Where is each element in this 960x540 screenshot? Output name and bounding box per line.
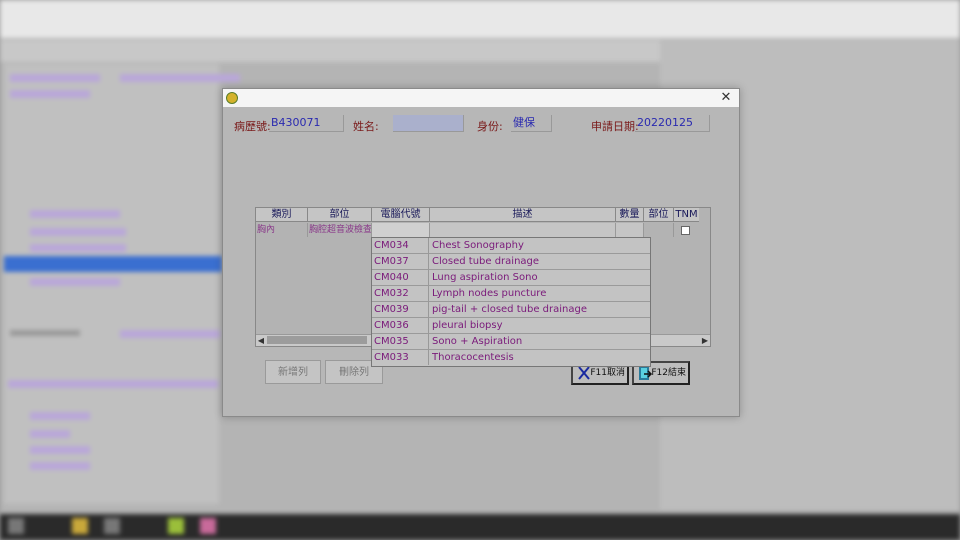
dropdown-item[interactable]: CM040 Lung aspiration Sono (372, 270, 650, 286)
identity-field[interactable]: 健保 (511, 115, 552, 132)
background-selected-row (4, 256, 222, 272)
dropdown-item-desc: Closed tube drainage (432, 256, 540, 267)
dropdown-item-code: CM035 (374, 334, 429, 349)
identity-label: 身份: (477, 120, 503, 133)
dropdown-item-code: CM034 (374, 238, 429, 253)
add-row-button[interactable]: 新增列 (265, 360, 321, 384)
background-text (30, 462, 90, 470)
dropdown-item-desc: Thoracocentesis (432, 352, 514, 363)
dropdown-item[interactable]: CM034 Chest Sonography (372, 238, 650, 254)
taskbar-icon (200, 518, 216, 534)
dropdown-item-desc: Chest Sonography (432, 240, 524, 251)
close-icon[interactable]: ✕ (719, 90, 733, 106)
background-text (30, 446, 90, 454)
background-text (10, 74, 100, 82)
dropdown-item[interactable]: CM037 Closed tube drainage (372, 254, 650, 270)
name-label: 姓名: (353, 120, 379, 133)
background-text (10, 90, 90, 98)
dropdown-item-desc: pig-tail + closed tube drainage (432, 304, 587, 315)
background-text (8, 380, 218, 388)
dropdown-item-desc: Lung aspiration Sono (432, 272, 538, 283)
col-header-code[interactable]: 電腦代號 (372, 208, 430, 222)
dropdown-item-code: CM036 (374, 318, 429, 333)
code-dropdown-list[interactable]: CM034 Chest Sonography CM037 Closed tube… (371, 237, 651, 367)
taskbar-icon (72, 518, 88, 534)
dropdown-item[interactable]: CM033 Thoracocentesis (372, 350, 650, 366)
cell-quantity[interactable] (616, 223, 644, 237)
taskbar-icon (104, 518, 120, 534)
apply-date-label: 申請日期: (591, 120, 639, 133)
col-header-category[interactable]: 類別 (256, 208, 308, 222)
dropdown-item[interactable]: CM032 Lymph nodes puncture (372, 286, 650, 302)
chart-no-field[interactable]: B430071 (269, 115, 344, 132)
col-header-site2[interactable]: 部位 (644, 208, 674, 222)
tnm-checkbox[interactable] (681, 226, 690, 235)
col-header-description[interactable]: 描述 (430, 208, 616, 222)
background-text (120, 330, 220, 338)
scroll-left-icon[interactable]: ◀ (256, 335, 266, 346)
col-header-site[interactable]: 部位 (308, 208, 372, 222)
background-text (30, 430, 70, 438)
taskbar-icon (168, 518, 184, 534)
dropdown-item-desc: Lymph nodes puncture (432, 288, 547, 299)
dropdown-item-code: CM037 (374, 254, 429, 269)
cell-category[interactable]: 胸內 (256, 223, 308, 237)
background-text (30, 244, 126, 252)
dropdown-item-desc: pleural biopsy (432, 320, 503, 331)
scroll-thumb[interactable] (267, 336, 367, 344)
dropdown-item-code: CM032 (374, 286, 429, 301)
background-titlebar (0, 0, 960, 38)
dropdown-item-code: CM039 (374, 302, 429, 317)
col-header-quantity[interactable]: 數量 (616, 208, 644, 222)
finish-button-label: F12結束 (651, 368, 686, 378)
cell-site[interactable]: 胸腔超音波檢查 (308, 223, 372, 237)
app-icon (226, 92, 238, 104)
cell-code[interactable] (372, 223, 430, 237)
background-text (10, 330, 80, 336)
chart-no-label: 病歷號: (234, 120, 271, 133)
cell-site2[interactable] (644, 223, 674, 237)
background-text (30, 412, 90, 420)
dropdown-item-code: CM033 (374, 350, 429, 365)
procedure-order-dialog: ✕ 病歷號: B430071 姓名: 身份: 健保 申請日期: 20220125… (222, 88, 740, 417)
col-header-tnm[interactable]: TNM (674, 208, 699, 222)
taskbar (0, 514, 960, 540)
name-field[interactable] (393, 115, 464, 132)
background-text (120, 74, 240, 82)
cell-description[interactable] (430, 223, 616, 237)
dropdown-item[interactable]: CM035 Sono + Aspiration (372, 334, 650, 350)
apply-date-field[interactable]: 20220125 (635, 115, 710, 132)
dropdown-item-code: CM040 (374, 270, 429, 285)
identity-value: 健保 (513, 116, 535, 129)
background-text (30, 278, 120, 286)
dialog-titlebar: ✕ (223, 89, 739, 107)
taskbar-icon (8, 518, 24, 534)
dropdown-item-desc: Sono + Aspiration (432, 336, 523, 347)
chart-no-value: B430071 (271, 116, 321, 129)
scroll-right-icon[interactable]: ▶ (700, 335, 710, 346)
apply-date-value: 20220125 (637, 116, 693, 129)
dropdown-item[interactable]: CM039 pig-tail + closed tube drainage (372, 302, 650, 318)
dropdown-item[interactable]: CM036 pleural biopsy (372, 318, 650, 334)
background-text (30, 228, 126, 236)
background-text (30, 210, 120, 218)
